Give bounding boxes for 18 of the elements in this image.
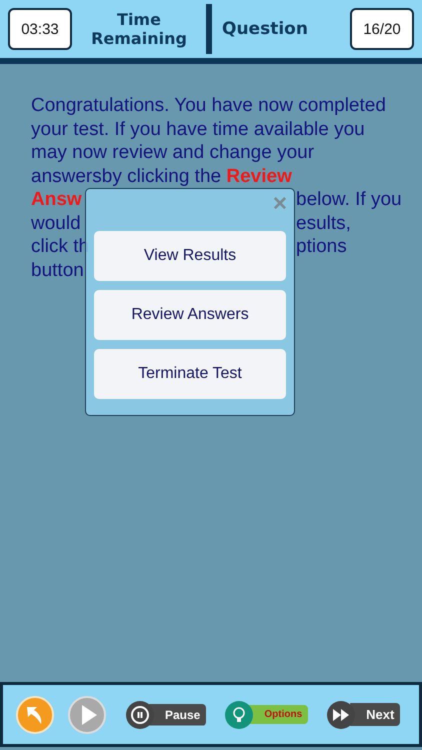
question-counter: 16/20	[350, 8, 414, 50]
message-text: Answ	[31, 188, 82, 212]
timer: 03:33	[8, 8, 72, 50]
dialog-button[interactable]: View Results	[94, 231, 286, 281]
fast-forward-icon	[326, 700, 356, 730]
message-text: would	[31, 212, 81, 235]
pause-icon	[125, 700, 155, 730]
play-icon[interactable]	[67, 694, 107, 734]
message-text: Congratulations. You have now completed your test. If you have time available you may now review and change your answersby clicking the Review	[31, 94, 387, 188]
question-label: Question	[221, 19, 309, 39]
dialog-button[interactable]: Terminate Test	[94, 349, 286, 399]
message-text: below. If you	[296, 188, 402, 212]
dialog-button[interactable]: Review Answers	[94, 290, 286, 340]
message-text: esults,	[296, 212, 351, 235]
message-text: ptions	[296, 235, 347, 258]
timer-title: Time Remaining	[90, 10, 188, 48]
lightbulb-icon	[224, 700, 254, 730]
message-text: button	[31, 258, 84, 282]
